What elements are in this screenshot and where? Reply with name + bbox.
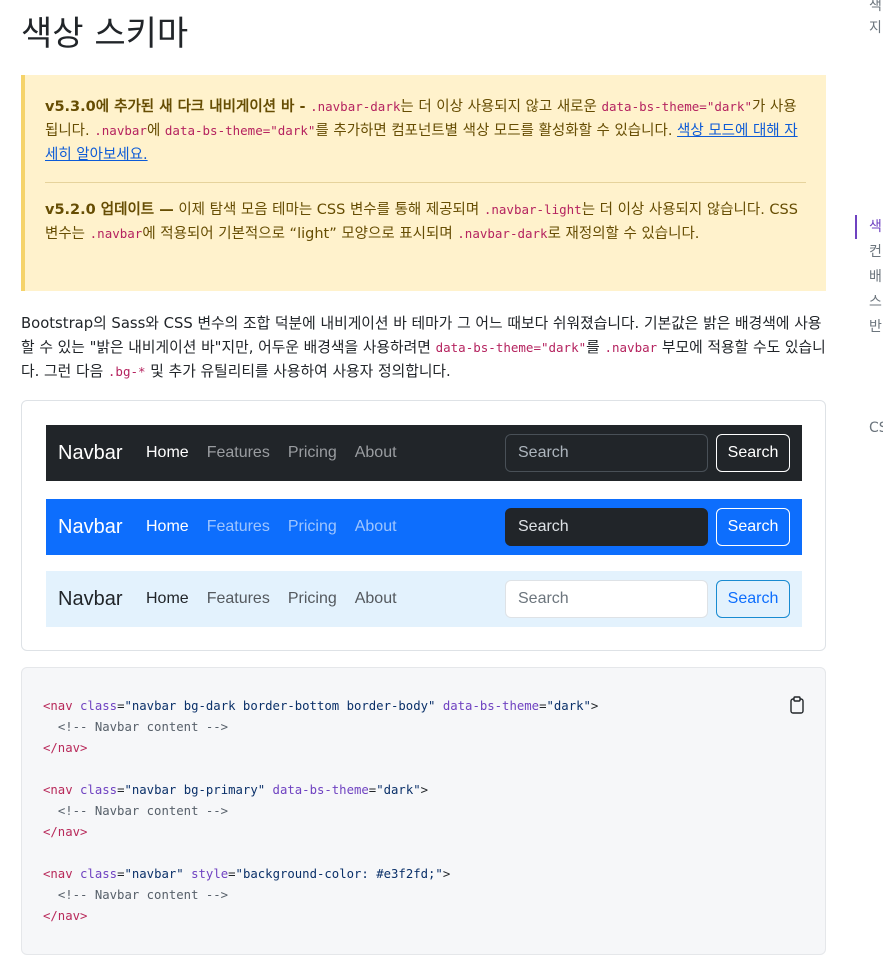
toc-item[interactable]: 배 (855, 265, 883, 289)
intro-paragraph: Bootstrap의 Sass와 CSS 변수의 조합 덕분에 내비게이션 바 … (21, 315, 826, 380)
inline-code: .navbar (89, 226, 143, 241)
callout-heading-1: v5.3.0에 추가된 새 다크 내비게이션 바 - (45, 99, 306, 115)
inline-code: data-bs-theme="dark" (601, 99, 752, 114)
nav-link-features[interactable]: Features (207, 518, 270, 536)
navbar-light: Navbar Home Features Pricing About Searc… (46, 571, 802, 627)
code-line: <!-- Navbar content --> (57, 804, 229, 818)
navbar-brand[interactable]: Navbar (58, 588, 122, 611)
search-input[interactable]: Search (505, 580, 708, 618)
search-form: Search Search (505, 508, 790, 546)
nav-link-home[interactable]: Home (146, 590, 189, 608)
nav-link-pricing[interactable]: Pricing (288, 518, 337, 536)
nav-link-pricing[interactable]: Pricing (288, 590, 337, 608)
inline-code: .bg-* (107, 364, 146, 379)
toc-item[interactable]: CS (855, 416, 883, 440)
toc-item-active[interactable]: 색 (855, 215, 883, 239)
nav-link-features[interactable]: Features (207, 590, 270, 608)
search-input[interactable]: Search (505, 434, 708, 472)
inline-code: data-bs-theme="dark" (435, 340, 587, 355)
toc-item[interactable]: 지 (855, 16, 883, 40)
inline-code: data-bs-theme="dark" (164, 123, 316, 138)
search-input[interactable]: Search (505, 508, 708, 546)
inline-code: .navbar-dark (457, 226, 548, 241)
nav-link-pricing[interactable]: Pricing (288, 444, 337, 462)
nav-link-about[interactable]: About (355, 590, 397, 608)
search-button[interactable]: Search (716, 434, 790, 472)
clipboard-icon[interactable] (789, 696, 805, 714)
callout-warning: v5.3.0에 추가된 새 다크 내비게이션 바 - .navbar-dark는… (21, 75, 826, 291)
code-line: <!-- Navbar content --> (57, 720, 229, 734)
callout-divider (45, 182, 806, 183)
toc-item[interactable]: 반 (855, 315, 883, 339)
toc-item[interactable]: 컨 (855, 240, 883, 264)
code-line: </nav> (43, 909, 88, 923)
code-line: <nav class="navbar bg-dark border-bottom… (43, 699, 599, 713)
navbar-brand[interactable]: Navbar (58, 442, 122, 465)
toc-item[interactable]: 스 (855, 290, 883, 314)
code-snippet: <nav class="navbar bg-dark border-bottom… (21, 667, 826, 955)
nav-link-about[interactable]: About (355, 518, 397, 536)
nav-link-features[interactable]: Features (207, 444, 270, 462)
navbar-brand[interactable]: Navbar (58, 516, 122, 539)
callout-heading-2: v5.2.0 업데이트 — (45, 202, 174, 218)
navbar-primary: Navbar Home Features Pricing About Searc… (46, 499, 802, 555)
page-title: 색상 스키마 (21, 14, 189, 54)
code-line: <!-- Navbar content --> (57, 888, 229, 902)
inline-code: .navbar (94, 123, 147, 138)
inline-code: .navbar-dark (310, 99, 401, 114)
search-button[interactable]: Search (716, 580, 790, 618)
code-line: </nav> (43, 741, 88, 755)
code-line: <nav class="navbar" style="background-co… (43, 867, 451, 881)
nav-link-home[interactable]: Home (146, 444, 189, 462)
code-line: </nav> (43, 825, 88, 839)
callout-paragraph-2: v5.2.0 업데이트 — 이제 탐색 모음 테마는 CSS 변수를 통해 제공… (45, 202, 798, 242)
navbar-examples: Navbar Home Features Pricing About Searc… (21, 400, 826, 651)
nav-link-about[interactable]: About (355, 444, 397, 462)
inline-code: .navbar (604, 340, 658, 355)
code-line: <nav class="navbar bg-primary" data-bs-t… (43, 783, 429, 797)
inline-code: .navbar-light (483, 202, 582, 217)
search-button[interactable]: Search (716, 508, 790, 546)
search-form: Search Search (505, 434, 790, 472)
navbar-dark: Navbar Home Features Pricing About Searc… (46, 425, 802, 481)
search-form: Search Search (505, 580, 790, 618)
nav-link-home[interactable]: Home (146, 518, 189, 536)
callout-paragraph-1: v5.3.0에 추가된 새 다크 내비게이션 바 - .navbar-dark는… (45, 99, 798, 163)
